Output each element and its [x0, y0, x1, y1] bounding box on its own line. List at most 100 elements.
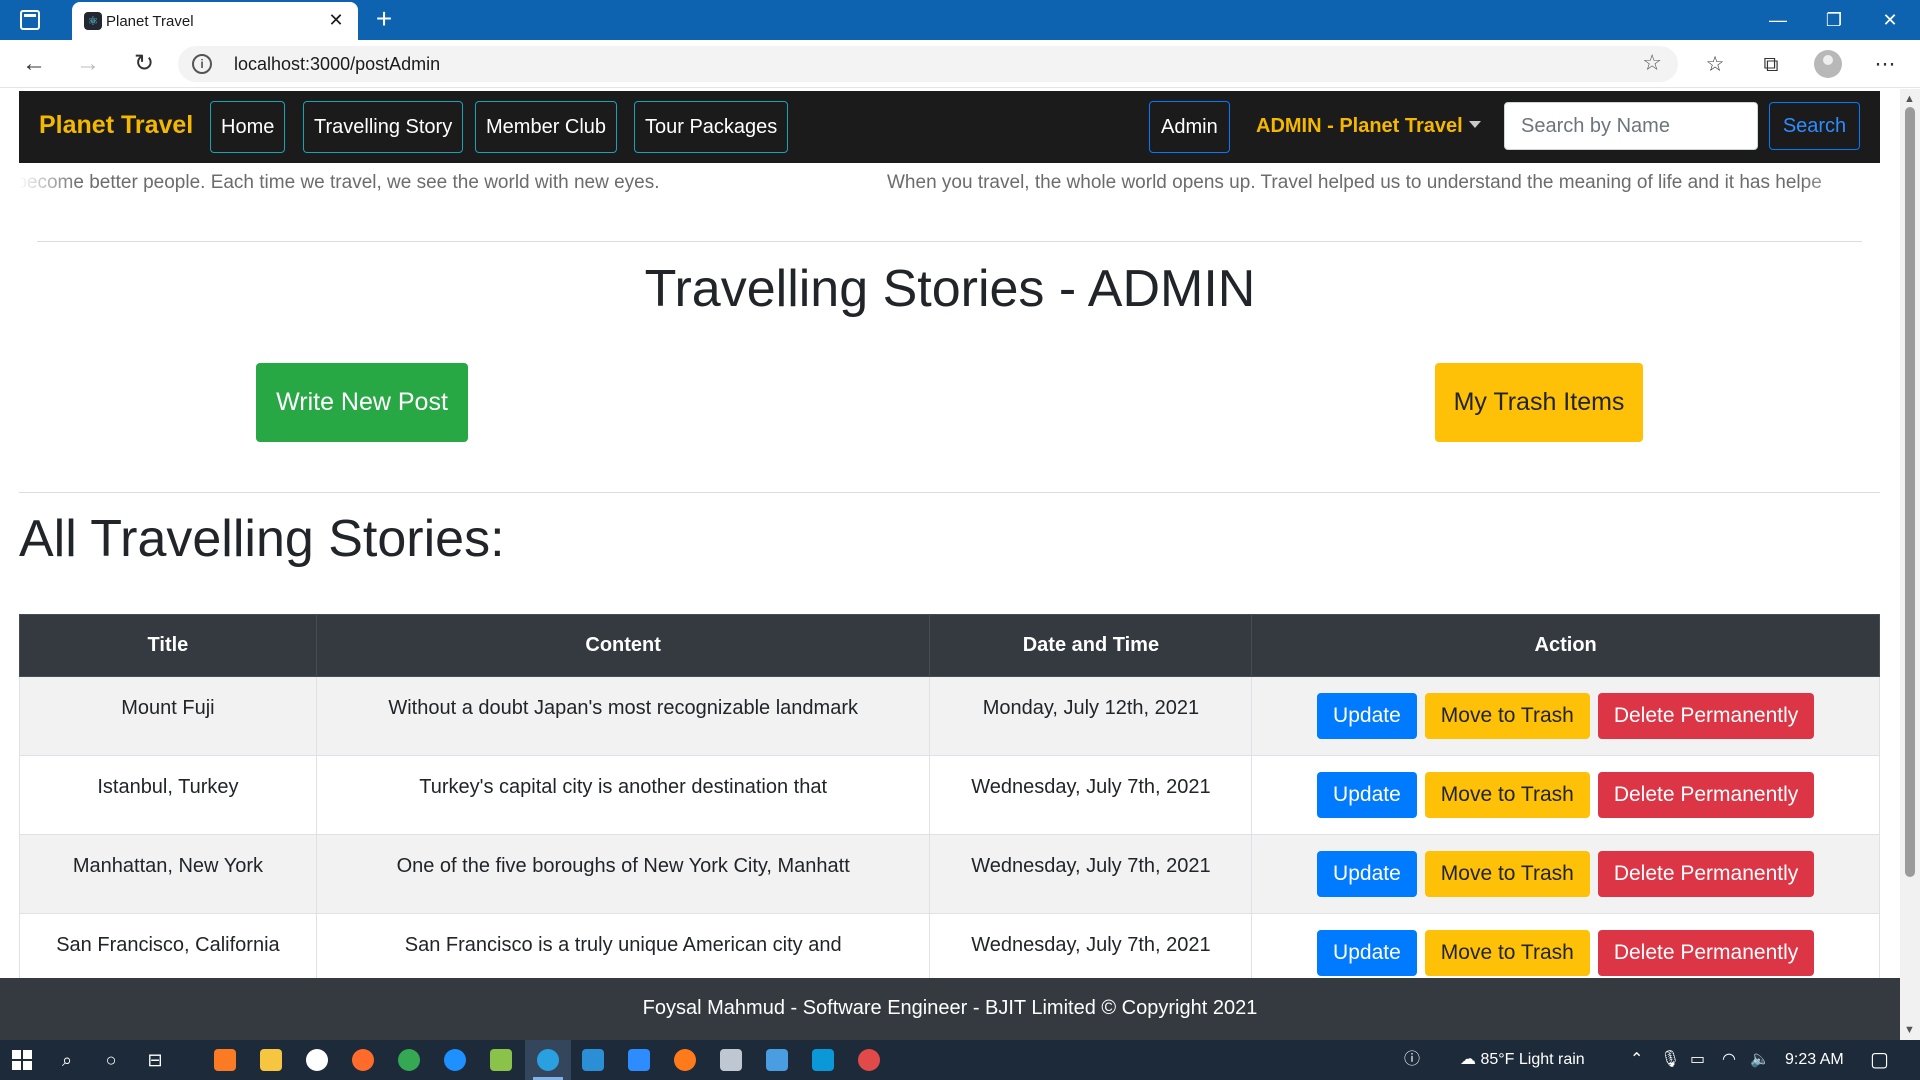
- column-header-action: Action: [1251, 614, 1880, 677]
- vscode-icon[interactable]: [582, 1049, 604, 1071]
- move-to-trash-button[interactable]: Move to Trash: [1424, 693, 1590, 739]
- url-text[interactable]: localhost:3000/postAdmin: [234, 54, 440, 75]
- messenger-icon[interactable]: [766, 1049, 788, 1071]
- update-button[interactable]: Update: [1317, 772, 1417, 818]
- admin-dropdown-label: ADMIN - Planet Travel: [1256, 115, 1463, 137]
- page-scrollbar[interactable]: ▲ ▼: [1900, 89, 1920, 1040]
- nav-tour-packages[interactable]: Tour Packages: [634, 101, 789, 153]
- cell-date: Wednesday, July 7th, 2021: [929, 834, 1253, 914]
- app-icon[interactable]: [858, 1049, 880, 1071]
- close-window-icon[interactable]: ✕: [1862, 0, 1918, 40]
- notepad-icon[interactable]: [490, 1049, 512, 1071]
- brand-logo[interactable]: Planet Travel: [39, 111, 193, 140]
- write-new-post-button[interactable]: Write New Post: [256, 363, 468, 442]
- tab-title: Planet Travel: [106, 13, 194, 30]
- scroll-up-icon[interactable]: ▲: [1904, 93, 1915, 105]
- microphone-icon[interactable]: 🎙: [1660, 1040, 1680, 1080]
- move-to-trash-button[interactable]: Move to Trash: [1424, 772, 1590, 818]
- nav-travelling-story[interactable]: Travelling Story: [303, 101, 464, 153]
- marquee-text: When you travel, the whole world opens u…: [887, 172, 1822, 193]
- search-icon[interactable]: ⌕: [54, 1047, 80, 1073]
- collections-icon[interactable]: ⧉: [1758, 52, 1784, 78]
- move-to-trash-button[interactable]: Move to Trash: [1424, 851, 1590, 897]
- update-button[interactable]: Update: [1317, 693, 1417, 739]
- profile-avatar[interactable]: [1814, 50, 1842, 78]
- info-icon[interactable]: i: [192, 54, 212, 74]
- update-button[interactable]: Update: [1317, 930, 1417, 976]
- weather-text: 85°F Light rain: [1480, 1051, 1585, 1068]
- table-row: Mount Fuji Without a doubt Japan's most …: [19, 676, 1880, 756]
- table-header-row: Title Content Date and Time Action: [19, 614, 1880, 677]
- browser-tab[interactable]: ⚛ Planet Travel ✕: [72, 2, 358, 40]
- help-icon[interactable]: ⓘ: [1404, 1040, 1420, 1080]
- cell-title: Manhattan, New York: [19, 834, 317, 914]
- notifications-icon[interactable]: ▢: [1870, 1040, 1889, 1080]
- address-toolbar: ← → ↻ i localhost:3000/postAdmin ☆ ☆ ⧉ ⋯: [0, 40, 1920, 88]
- chrome-icon[interactable]: [398, 1049, 420, 1071]
- weather-widget[interactable]: ☁ 85°F Light rain: [1460, 1040, 1585, 1080]
- stories-table: Title Content Date and Time Action Mount…: [19, 614, 1880, 993]
- calculator-icon[interactable]: [720, 1049, 742, 1071]
- xampp-icon[interactable]: [214, 1049, 236, 1071]
- move-to-trash-button[interactable]: Move to Trash: [1424, 930, 1590, 976]
- file-explorer-icon[interactable]: [260, 1049, 282, 1071]
- postman-icon[interactable]: [352, 1049, 374, 1071]
- nav-home[interactable]: Home: [210, 101, 286, 153]
- address-bar[interactable]: i localhost:3000/postAdmin ☆: [178, 46, 1678, 82]
- tab-actions-icon[interactable]: [20, 10, 40, 30]
- clock[interactable]: 9:23 AM: [1785, 1040, 1844, 1080]
- column-header-content: Content: [315, 614, 931, 677]
- restore-icon[interactable]: ❐: [1806, 0, 1862, 40]
- cortana-icon[interactable]: ○: [98, 1047, 124, 1073]
- delete-permanently-button[interactable]: Delete Permanently: [1597, 851, 1815, 897]
- zoom-icon[interactable]: [628, 1049, 650, 1071]
- volume-icon[interactable]: 🔈: [1750, 1040, 1770, 1080]
- skype-icon[interactable]: [812, 1049, 834, 1071]
- tab-close-icon[interactable]: ✕: [324, 8, 348, 32]
- favorites-icon[interactable]: ☆: [1702, 52, 1728, 78]
- table-row: Istanbul, Turkey Turkey's capital city i…: [19, 755, 1880, 835]
- delete-permanently-button[interactable]: Delete Permanently: [1597, 693, 1815, 739]
- admin-dropdown[interactable]: ADMIN - Planet Travel: [1256, 109, 1481, 143]
- update-button[interactable]: Update: [1317, 851, 1417, 897]
- add-favorite-icon[interactable]: ☆: [1642, 50, 1662, 76]
- marquee-text: us become better people. Each time we tr…: [19, 172, 660, 193]
- new-tab-icon[interactable]: +: [368, 4, 400, 36]
- marquee-fade: [19, 165, 79, 201]
- admin-button[interactable]: Admin: [1149, 101, 1230, 153]
- cell-content: One of the five boroughs of New York Cit…: [315, 834, 931, 914]
- windows-start-icon[interactable]: [12, 1050, 32, 1070]
- battery-icon[interactable]: ▭: [1690, 1040, 1705, 1080]
- tray-overflow-icon[interactable]: ⌃: [1630, 1040, 1643, 1080]
- refresh-icon[interactable]: ↻: [128, 48, 160, 80]
- nav-member-club[interactable]: Member Club: [475, 101, 618, 153]
- cell-title: Istanbul, Turkey: [19, 755, 317, 835]
- section-title: All Travelling Stories:: [19, 510, 505, 568]
- more-options-icon[interactable]: ⋯: [1872, 52, 1898, 78]
- cell-actions: Update Move to Trash Delete Permanently: [1251, 676, 1880, 756]
- quote-marquee: us become better people. Each time we tr…: [19, 165, 1880, 201]
- minimize-icon[interactable]: —: [1750, 0, 1806, 40]
- marquee-fade: [1800, 165, 1880, 201]
- divider: [37, 241, 1862, 242]
- delete-permanently-button[interactable]: Delete Permanently: [1597, 930, 1815, 976]
- search-input[interactable]: [1504, 102, 1758, 150]
- back-icon[interactable]: ←: [18, 48, 50, 80]
- firefox-icon[interactable]: [674, 1049, 696, 1071]
- my-trash-items-button[interactable]: My Trash Items: [1435, 363, 1643, 442]
- search-button[interactable]: Search: [1769, 102, 1860, 150]
- delete-permanently-button[interactable]: Delete Permanently: [1597, 772, 1815, 818]
- scroll-thumb[interactable]: [1905, 107, 1915, 877]
- page-footer: Foysal Mahmud - Software Engineer - BJIT…: [0, 978, 1900, 1040]
- column-header-title: Title: [19, 614, 317, 677]
- cell-actions: Update Move to Trash Delete Permanently: [1251, 755, 1880, 835]
- vpn-icon[interactable]: [444, 1049, 466, 1071]
- page-viewport: Planet Travel Home Travelling Story Memb…: [0, 89, 1900, 1040]
- forward-icon[interactable]: →: [72, 48, 104, 80]
- github-icon[interactable]: [306, 1049, 328, 1071]
- wifi-icon[interactable]: ◠: [1722, 1040, 1736, 1080]
- task-view-icon[interactable]: ⊟: [142, 1047, 168, 1073]
- scroll-down-icon[interactable]: ▼: [1904, 1024, 1915, 1036]
- page-title: Travelling Stories - ADMIN: [644, 260, 1256, 318]
- edge-icon[interactable]: [537, 1049, 559, 1071]
